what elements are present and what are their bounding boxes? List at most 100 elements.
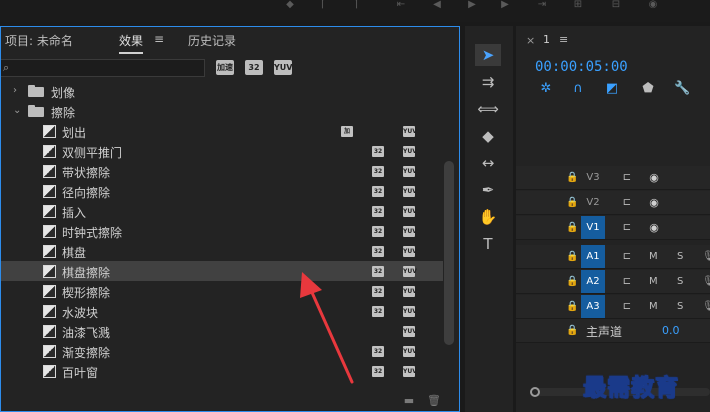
in-point-icon[interactable]: ⌈ [316,0,330,10]
type-icon[interactable]: T [475,233,501,255]
timeline-menu-icon[interactable]: ≡ [559,33,568,46]
razor-icon[interactable]: ◆ [475,125,501,147]
track-target-button[interactable]: V3 [581,166,605,189]
export-frame-icon[interactable]: ◉ [646,0,660,10]
mic-icon[interactable]: 🎙 [702,250,710,264]
effect-item[interactable]: 双侧平推门 32 YUV [1,141,443,161]
marker-icon[interactable]: ◆ [283,0,297,10]
lock-icon[interactable]: 🔒 [566,275,578,288]
track-select-icon[interactable]: ⇉ [475,71,501,93]
effect-item[interactable]: 带状擦除 32 YUV [1,161,443,181]
sync-lock-icon[interactable]: ⊏ [620,276,634,288]
effect-item[interactable]: 渐变擦除 32 YUV [1,341,443,361]
mic-icon[interactable]: 🎙 [702,275,710,289]
slip-icon[interactable]: ↔ [475,152,501,174]
solo-button[interactable]: S [677,250,683,264]
chevron-down-icon[interactable]: ⌄ [13,105,23,117]
overwrite-icon[interactable]: ⊟ [609,0,623,10]
yuv-filter-button[interactable]: YUV [274,60,292,75]
solo-button[interactable]: S [677,300,683,314]
mute-button[interactable]: M [649,250,658,264]
out-point-icon[interactable]: ⌉ [349,0,363,10]
close-icon[interactable]: × [526,34,535,47]
lock-icon[interactable]: 🔒 [566,250,578,263]
mic-icon[interactable]: 🎙 [702,300,710,314]
play-icon[interactable]: ▶ [465,0,479,10]
track-target-button[interactable]: V2 [581,191,605,214]
transition-icon [43,125,56,138]
tab-history[interactable]: 历史记录 [188,32,236,50]
effect-item[interactable]: 棋盘 32 YUV [1,241,443,261]
hand-icon[interactable]: ✋ [475,206,501,228]
lock-icon[interactable]: 🔒 [566,196,578,209]
scrollbar-track[interactable] [444,161,454,345]
eye-icon[interactable]: ◉ [646,221,662,235]
track-target-button[interactable]: A1 [581,245,605,268]
mute-button[interactable]: M [649,300,658,314]
folder-iris[interactable]: › 划像 [1,81,443,101]
effect-label: 楔形擦除 [62,286,111,300]
effect-item[interactable]: 径向擦除 32 YUV [1,181,443,201]
folder-icon [28,105,44,117]
effect-item[interactable]: 划出 加 YUV [1,121,443,141]
effect-item[interactable]: 楔形擦除 32 YUV [1,281,443,301]
effect-item[interactable]: 百叶窗 32 YUV [1,361,443,381]
accelerated-filter-button[interactable]: 加速 [216,60,234,75]
eye-icon[interactable]: ◉ [646,171,662,185]
snap-icon[interactable]: ∩ [570,81,586,97]
panel-menu-icon[interactable]: ≡ [154,33,166,45]
selection-tool-icon[interactable]: ➤ [475,44,501,66]
search-input[interactable] [19,60,201,76]
sequence-tab[interactable]: 1 [543,33,550,46]
sync-lock-icon[interactable]: ⊏ [620,301,634,313]
sync-lock-icon[interactable]: ⊏ [620,222,634,234]
track-target-button[interactable]: V1 [581,216,605,239]
sync-lock-icon[interactable]: ⊏ [620,197,634,209]
pen-icon[interactable]: ✒ [475,179,501,201]
mute-button[interactable]: M [649,275,658,289]
eye-icon[interactable]: ◉ [646,196,662,210]
master-volume[interactable]: 0.0 [662,324,680,337]
wrench-icon[interactable]: 🔧 [674,81,690,97]
sync-lock-icon[interactable]: ⊏ [620,251,634,263]
lock-icon[interactable]: 🔒 [566,171,578,184]
track-target-button[interactable]: A3 [581,295,605,318]
effect-item[interactable]: 螺旋框32YUV [1,381,443,385]
add-marker-icon[interactable]: ⬟ [640,81,656,97]
transition-icon [43,145,56,158]
effect-item[interactable]: 时钟式擦除 32 YUV [1,221,443,241]
new-folder-icon[interactable]: ▬ [403,395,415,407]
effect-item[interactable]: 水波块 32 YUV [1,301,443,321]
linked-selection-icon[interactable]: ◩ [604,81,620,97]
lock-icon[interactable]: 🔒 [566,221,578,234]
watermark-text: 最需教育 [583,374,679,402]
tab-project[interactable]: 项目: 未命名 [5,32,73,50]
insert-icon[interactable]: ⊞ [571,0,585,10]
yuv-badge-icon: YUV [403,166,417,177]
nest-icon[interactable]: ✲ [538,81,554,97]
zoom-handle[interactable] [530,387,540,397]
32bit-filter-button[interactable]: 32 [245,60,263,75]
effect-label: 螺旋框 [62,384,98,385]
effect-label: 插入 [62,206,87,220]
chevron-right-icon[interactable]: › [13,85,23,97]
sync-lock-icon[interactable]: ⊏ [620,172,634,184]
folder-wipe[interactable]: ⌄ 擦除 [1,101,443,121]
trash-icon[interactable]: 🗑 [427,395,441,407]
lock-icon[interactable]: 🔒 [566,324,578,337]
track-target-button[interactable]: A2 [581,270,605,293]
playhead-timecode[interactable]: 00:00:05:00 [535,59,628,75]
scrollbar-thumb[interactable] [444,161,454,345]
go-to-in-icon[interactable]: ⇤ [394,0,408,10]
effect-item[interactable]: 油漆飞溅 YUV [1,321,443,341]
go-to-out-icon[interactable]: ⇥ [535,0,549,10]
tools-panel: ➤ ⇉ ⟺ ◆ ↔ ✒ ✋ T [465,26,513,412]
effect-item[interactable]: 插入 32 YUV [1,201,443,221]
solo-button[interactable]: S [677,275,683,289]
step-forward-icon[interactable]: ▶ [498,0,512,10]
lock-icon[interactable]: 🔒 [566,300,578,313]
step-back-icon[interactable]: ◀ [430,0,444,10]
ripple-edit-icon[interactable]: ⟺ [475,98,501,120]
effect-item[interactable]: 棋盘擦除 32 YUV [1,261,443,281]
tab-effects[interactable]: 效果 [119,32,144,54]
